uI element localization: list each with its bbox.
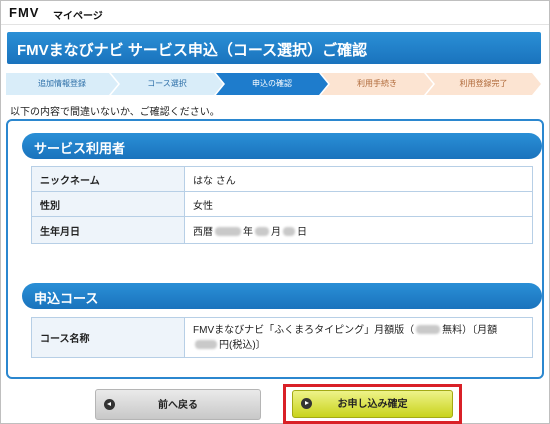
gender-value: 女性 xyxy=(184,191,533,217)
gender-label: 性別 xyxy=(31,191,185,217)
nickname-label: ニックネーム xyxy=(31,166,185,192)
era-prefix: 西暦 xyxy=(193,226,213,238)
course-name-label: コース名称 xyxy=(31,317,185,358)
step-label: 利用手続き xyxy=(357,79,397,88)
month-unit: 月 xyxy=(271,226,281,238)
redacted-day xyxy=(283,227,295,237)
back-button-label: 前へ戻る xyxy=(158,400,198,411)
back-button[interactable]: 前へ戻る xyxy=(95,389,261,420)
birthdate-label: 生年月日 xyxy=(31,216,185,244)
step-usage-procedure: 利用手続き xyxy=(321,73,433,95)
table-row: ニックネーム はな さん xyxy=(31,166,533,192)
redacted-year xyxy=(215,227,241,237)
step-label: 利用登録完了 xyxy=(459,79,508,88)
progress-steps: 追加情報登録 コース選択 申込の確認 利用手続き 利用登録完了 xyxy=(6,73,544,95)
course-name-part1: FMVまなびナビ「ふくまろタイピング」月額版（ xyxy=(193,324,415,336)
user-info-table: ニックネーム はな さん 性別 女性 生年月日 西暦 年 月 日 xyxy=(31,166,533,244)
confirmation-panel: サービス利用者 ニックネーム はな さん 性別 女性 生年月日 西暦 年 月 日 申込… xyxy=(6,119,544,379)
step-confirm-application: 申込の確認 xyxy=(216,73,328,95)
step-registration-complete: 利用登録完了 xyxy=(426,73,541,95)
section-title: サービス利用者 xyxy=(34,141,126,156)
step-additional-info: 追加情報登録 xyxy=(6,73,118,95)
day-unit: 日 xyxy=(297,226,307,238)
arrow-left-icon xyxy=(104,398,115,410)
step-course-select: コース選択 xyxy=(111,73,223,95)
mypage-label: マイページ xyxy=(53,11,103,22)
course-name-part2: 無料）〔月額 xyxy=(442,324,498,336)
confirm-highlight: お申し込み確定 xyxy=(283,384,462,424)
instruction-text: 以下の内容で間違いないか、ご確認ください。 xyxy=(10,107,220,118)
redacted-month xyxy=(255,227,269,237)
section-header-course: 申込コース xyxy=(22,283,542,309)
page-title-bar: FMVまなびナビ サービス申込（コース選択）ご確認 xyxy=(7,32,541,64)
fmv-logo[interactable]: FMV xyxy=(9,5,39,20)
step-label: 追加情報登録 xyxy=(38,79,86,88)
course-name-part3: 円(税込)〕 xyxy=(219,339,266,351)
year-unit: 年 xyxy=(243,226,253,238)
nickname-value: はな さん xyxy=(184,166,533,192)
section-title: 申込コース xyxy=(34,291,99,306)
arrow-right-icon xyxy=(301,398,312,409)
course-name-value: FMVまなびナビ「ふくまろタイピング」月額版（ 無料）〔月額円(税込)〕 xyxy=(184,317,533,358)
step-label: 申込の確認 xyxy=(252,79,292,88)
table-row: 性別 女性 xyxy=(31,191,533,217)
course-info-table: コース名称 FMVまなびナビ「ふくまろタイピング」月額版（ 無料）〔月額円(税込)… xyxy=(31,317,533,358)
table-row: 生年月日 西暦 年 月 日 xyxy=(31,216,533,244)
top-bar: FMV マイページ xyxy=(1,1,549,25)
step-label: コース選択 xyxy=(147,79,187,88)
redacted-period xyxy=(416,325,441,335)
redacted-price xyxy=(195,340,217,350)
section-header-user: サービス利用者 xyxy=(22,133,542,159)
page-title: FMVまなびナビ サービス申込（コース選択）ご確認 xyxy=(17,42,368,59)
confirm-application-button[interactable]: お申し込み確定 xyxy=(292,390,453,418)
table-row: コース名称 FMVまなびナビ「ふくまろタイピング」月額版（ 無料）〔月額円(税込)… xyxy=(31,317,533,358)
confirm-button-label: お申し込み確定 xyxy=(337,399,408,410)
birthdate-value: 西暦 年 月 日 xyxy=(184,216,533,244)
